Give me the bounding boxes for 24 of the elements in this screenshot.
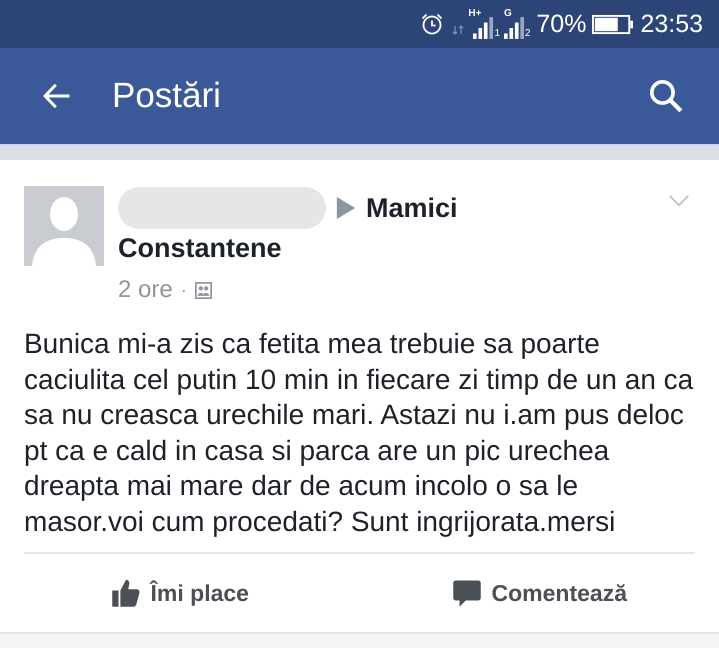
separator-dot: · (180, 280, 187, 300)
signal-bars-icon (473, 17, 494, 39)
clock-time: 23:53 (640, 10, 703, 38)
triangle-arrow-icon (336, 197, 356, 219)
sim-number-label: 1 (494, 29, 500, 39)
search-icon[interactable] (649, 79, 683, 113)
post-action-button[interactable]: Îmi place (106, 574, 253, 612)
group-name[interactable]: Mamici (366, 192, 458, 224)
post-time: 2 ore (118, 276, 173, 304)
battery-icon (592, 14, 634, 34)
post-action-button[interactable]: Comentează (448, 574, 631, 612)
signal-bars-icon (504, 17, 524, 39)
speech-bubble-icon (452, 578, 482, 608)
post-text: Bunica mi-a zis ca fetita mea trebuie sa poarte caciulita cel putin 10 min in fiecare zi timp de un an ca sa nu creasca urechile mari. Astazi nu i.am pus deloc pt ca e cald in casa si parca are un pic urechea dreapta mai mare dar de acum incolo o sa le masor.voi cum procedati? Sunt ingrijorata.mersi (24, 327, 694, 539)
network-type-label: G (504, 9, 512, 19)
group-name[interactable]: Constantene (118, 232, 282, 264)
alarm-clock-icon (420, 12, 444, 36)
network-type-label: H+ (468, 9, 482, 19)
sim-number-label: 2 (524, 29, 530, 39)
battery-percent: 70% (536, 10, 586, 38)
thumbs-up-icon (110, 578, 141, 608)
page-title: Postări (112, 76, 222, 116)
data-arrows-icon (452, 24, 464, 36)
people-icon (194, 282, 212, 298)
